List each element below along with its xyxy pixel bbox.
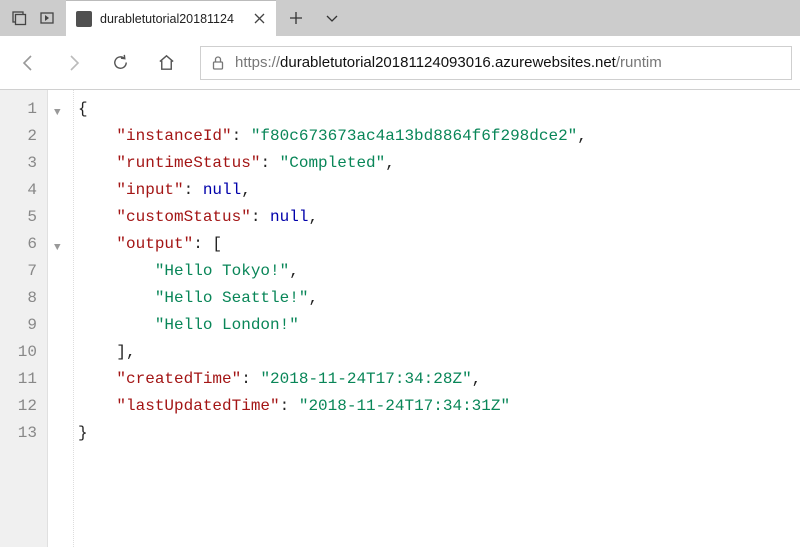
line-number: 4 (0, 177, 37, 204)
line-number: 11 (0, 366, 37, 393)
address-text[interactable]: https://durabletutorial20181124093016.az… (235, 54, 781, 71)
code-line: "runtimeStatus": "Completed", (78, 150, 800, 177)
tabs-aside-icon[interactable] (8, 7, 30, 29)
home-button[interactable] (146, 43, 186, 83)
code-line: "Hello London!" (78, 312, 800, 339)
back-button[interactable] (8, 43, 48, 83)
refresh-button[interactable] (100, 43, 140, 83)
url-protocol: https:// (235, 54, 280, 71)
set-aside-icon[interactable] (36, 7, 58, 29)
line-number: 9 (0, 312, 37, 339)
line-number: 5 (0, 204, 37, 231)
code-line: "instanceId": "f80c673673ac4a13bd8864f6f… (78, 123, 800, 150)
line-number: 7 (0, 258, 37, 285)
fold-toggle-icon[interactable]: ▼ (54, 235, 61, 262)
line-number: 10 (0, 339, 37, 366)
address-bar[interactable]: https://durabletutorial20181124093016.az… (200, 46, 792, 80)
code-line: "customStatus": null, (78, 204, 800, 231)
browser-tab[interactable]: durabletutorial20181124 (66, 0, 276, 36)
url-path: /runtim (616, 54, 662, 71)
json-viewer: 1 2 3 4 5 6 7 8 9 10 11 12 13 ▼ ▼ { "ins… (0, 90, 800, 547)
lock-icon (211, 55, 225, 71)
tab-title: durabletutorial20181124 (100, 12, 244, 26)
line-gutter: 1 2 3 4 5 6 7 8 9 10 11 12 13 (0, 90, 48, 547)
code-line: ], (78, 339, 800, 366)
close-tab-button[interactable] (252, 12, 266, 26)
tab-list-button[interactable] (318, 4, 346, 32)
title-buttons (0, 0, 66, 36)
fold-toggle-icon[interactable]: ▼ (54, 100, 61, 127)
line-number: 3 (0, 150, 37, 177)
nav-bar: https://durabletutorial20181124093016.az… (0, 36, 800, 90)
code-line: "output": [ (78, 231, 800, 258)
code-area[interactable]: { "instanceId": "f80c673673ac4a13bd8864f… (74, 90, 800, 547)
code-line: { (78, 96, 800, 123)
line-number: 2 (0, 123, 37, 150)
favicon-icon (76, 11, 92, 27)
code-line: "Hello Seattle!", (78, 285, 800, 312)
code-line: "lastUpdatedTime": "2018-11-24T17:34:31Z… (78, 393, 800, 420)
code-line: "input": null, (78, 177, 800, 204)
line-number: 8 (0, 285, 37, 312)
fold-column: ▼ ▼ (48, 90, 74, 547)
code-line: "Hello Tokyo!", (78, 258, 800, 285)
tab-actions (276, 0, 352, 36)
line-number: 1 (0, 96, 37, 123)
code-line: "createdTime": "2018-11-24T17:34:28Z", (78, 366, 800, 393)
title-bar: durabletutorial20181124 (0, 0, 800, 36)
new-tab-button[interactable] (282, 4, 310, 32)
url-host: durabletutorial20181124093016.azurewebsi… (280, 54, 616, 71)
line-number: 12 (0, 393, 37, 420)
line-number: 6 (0, 231, 37, 258)
line-number: 13 (0, 420, 37, 447)
code-line: } (78, 420, 800, 447)
forward-button[interactable] (54, 43, 94, 83)
